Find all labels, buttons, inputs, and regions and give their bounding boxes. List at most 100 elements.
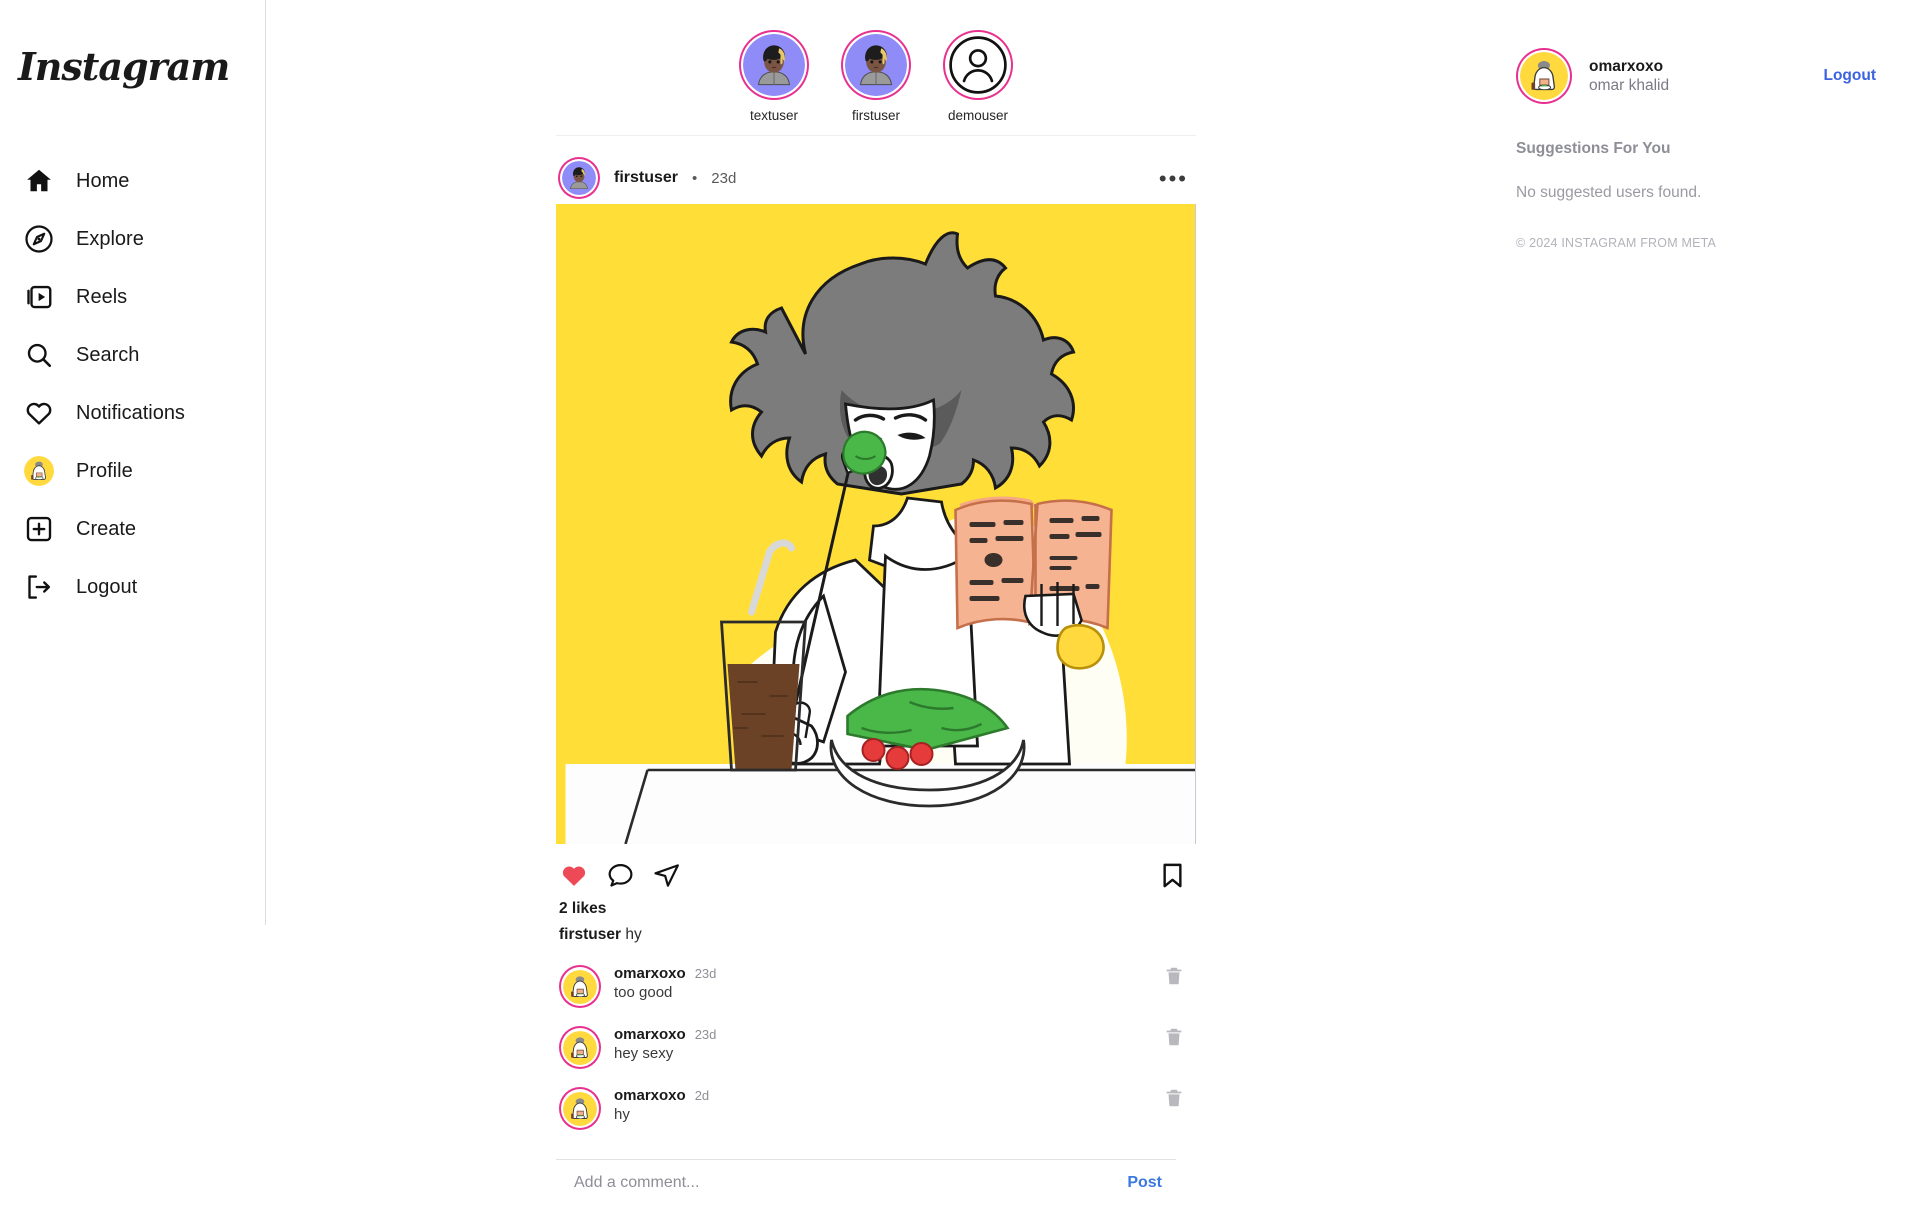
comment-username[interactable]: omarxoxo <box>614 965 686 982</box>
save-button[interactable] <box>1158 861 1187 890</box>
current-user-ring[interactable] <box>1516 48 1572 104</box>
compass-icon <box>22 222 56 256</box>
comment-text: too good <box>614 984 673 1001</box>
stories-tray: textuser firstuser demouser <box>556 0 1196 136</box>
post-author-username[interactable]: firstuser <box>614 169 678 187</box>
story-item-textuser[interactable]: textuser <box>738 30 810 123</box>
sidebar-item-label: Explore <box>76 227 144 250</box>
comment-text: hy <box>614 1106 630 1123</box>
sidebar-item-label: Reels <box>76 285 128 308</box>
sidebar-item-explore[interactable]: Explore <box>0 210 266 268</box>
comment-body: omarxoxo 23d too good <box>614 965 1150 1001</box>
comment-input[interactable] <box>574 1174 1128 1192</box>
post-comment-button[interactable]: Post <box>1127 1174 1162 1192</box>
feed-column: textuser firstuser demouser firstuser • … <box>266 0 1486 1228</box>
suggestions-title: Suggestions For You <box>1516 140 1671 157</box>
story-avatar <box>743 34 805 96</box>
sidebar-item-notifications[interactable]: Notifications <box>0 384 266 442</box>
sidebar-item-search[interactable]: Search <box>0 326 266 384</box>
sidebar-item-reels[interactable]: Reels <box>0 268 266 326</box>
comment-meta: omarxoxo 23d <box>614 965 1150 982</box>
delete-comment-icon[interactable] <box>1163 965 1193 992</box>
story-item-demouser[interactable]: demouser <box>942 30 1014 123</box>
add-comment-bar: Post <box>556 1159 1176 1206</box>
comment-avatar-ring[interactable] <box>559 1026 601 1069</box>
logout-icon <box>22 570 56 604</box>
comment-item: omarxoxo 23d hey sexy <box>559 1017 1193 1078</box>
comment-item: omarxoxo 2d hy <box>559 1078 1193 1139</box>
suggestions-empty-message: No suggested users found. <box>1516 184 1702 201</box>
story-ring <box>943 30 1013 100</box>
story-item-firstuser[interactable]: firstuser <box>840 30 912 123</box>
left-sidebar: Instagram Home Explore Reels Search Noti… <box>0 0 266 1228</box>
comment-meta: omarxoxo 2d <box>614 1087 1150 1104</box>
right-sidebar: omarxoxo omar khalid Logout Suggestions … <box>1486 0 1916 1228</box>
caption-text: hy <box>625 926 642 943</box>
delete-comment-icon[interactable] <box>1163 1087 1193 1114</box>
comment-button[interactable] <box>606 861 635 890</box>
like-count: 2 likes <box>559 900 607 917</box>
sidebar-item-label: Home <box>76 169 130 192</box>
current-user-card: omarxoxo omar khalid Logout <box>1516 48 1876 104</box>
comment-avatar-ring[interactable] <box>559 1087 601 1130</box>
comment-item: omarxoxo 23d too good <box>559 956 1193 1017</box>
comments-list: omarxoxo 23d too good omarxoxo 23d hey s… <box>556 944 1196 1139</box>
post-header: firstuser • 23d ••• <box>556 152 1196 204</box>
instagram-app: Instagram Home Explore Reels Search Noti… <box>0 0 1916 1228</box>
post-image[interactable] <box>556 204 1196 844</box>
main-nav: Home Explore Reels Search Notifications … <box>0 152 266 616</box>
comment-timestamp: 23d <box>694 1027 717 1042</box>
sidebar-item-label: Profile <box>76 459 133 482</box>
avatar-icon <box>22 454 56 488</box>
comment-timestamp: 2d <box>694 1088 710 1103</box>
post-separator: • <box>692 169 698 187</box>
comment-timestamp: 23d <box>694 966 717 981</box>
instagram-logo[interactable]: Instagram <box>0 30 266 100</box>
current-user-fullname: omar khalid <box>1589 77 1670 94</box>
heart-icon <box>22 396 56 430</box>
comment-avatar <box>563 970 597 1004</box>
comment-text: hey sexy <box>614 1045 674 1062</box>
comment-avatar <box>563 1092 597 1126</box>
post-timestamp: 23d <box>711 169 737 187</box>
comment-meta: omarxoxo 23d <box>614 1026 1150 1043</box>
comment-body: omarxoxo 2d hy <box>614 1087 1150 1123</box>
sidebar-item-label: Search <box>76 343 140 366</box>
comment-username[interactable]: omarxoxo <box>614 1087 686 1104</box>
comment-avatar-ring[interactable] <box>559 965 601 1008</box>
sidebar-item-profile[interactable]: Profile <box>0 442 266 500</box>
comment-username[interactable]: omarxoxo <box>614 1026 686 1043</box>
current-user-username[interactable]: omarxoxo <box>1589 57 1669 76</box>
footer-copyright: © 2024 INSTAGRAM FROM META <box>1516 236 1717 250</box>
feed-post: firstuser • 23d ••• 2 likes firstuser hy… <box>556 152 1196 1206</box>
sidebar-item-logout[interactable]: Logout <box>0 558 266 616</box>
share-button[interactable] <box>652 861 681 890</box>
logout-link[interactable]: Logout <box>1823 67 1876 85</box>
current-user-names: omarxoxo omar khalid <box>1589 57 1669 96</box>
story-label: textuser <box>749 108 799 123</box>
home-icon <box>22 164 56 198</box>
current-user-avatar <box>1520 52 1568 100</box>
sidebar-item-create[interactable]: Create <box>0 500 266 558</box>
comment-avatar <box>563 1031 597 1065</box>
post-caption: firstuser hy <box>556 918 1196 944</box>
story-label: firstuser <box>851 108 900 123</box>
default-person-icon <box>947 34 1009 96</box>
post-author-avatar <box>562 161 596 195</box>
sidebar-item-label: Create <box>76 517 137 540</box>
post-options-icon[interactable]: ••• <box>1159 167 1194 189</box>
post-actions <box>556 844 1196 896</box>
like-button[interactable] <box>559 860 589 890</box>
story-ring <box>739 30 809 100</box>
sidebar-item-label: Logout <box>76 575 138 598</box>
plus-square-icon <box>22 512 56 546</box>
delete-comment-icon[interactable] <box>1163 1026 1193 1053</box>
sidebar-item-label: Notifications <box>76 401 185 424</box>
post-author-ring[interactable] <box>558 157 600 199</box>
story-ring <box>841 30 911 100</box>
story-avatar <box>845 34 907 96</box>
story-label: demouser <box>947 108 1009 123</box>
sidebar-item-home[interactable]: Home <box>0 152 266 210</box>
caption-username[interactable]: firstuser <box>559 926 621 943</box>
search-icon <box>22 338 56 372</box>
